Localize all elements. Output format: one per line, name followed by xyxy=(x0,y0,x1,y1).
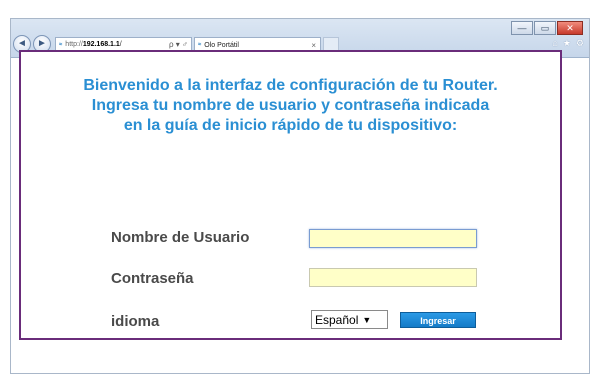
language-label: idioma xyxy=(111,313,160,330)
welcome-message: Bienvenido a la interfaz de configuració… xyxy=(21,76,560,136)
password-label: Contraseña xyxy=(111,270,194,287)
welcome-line: Ingresa tu nombre de usuario y contraseñ… xyxy=(91,97,490,114)
home-icon[interactable]: ⌂ xyxy=(552,38,557,49)
favorites-star-icon[interactable]: ★ xyxy=(563,38,571,49)
address-tools-icon[interactable]: ρ ▾ ♂ xyxy=(169,40,188,49)
address-protocol: http:// xyxy=(65,41,83,48)
username-field[interactable] xyxy=(309,229,477,248)
site-favicon-icon: ≈ xyxy=(59,41,63,48)
welcome-line: Bienvenido a la interfaz de configuració… xyxy=(83,77,498,94)
username-label: Nombre de Usuario xyxy=(111,229,250,246)
submit-button[interactable]: Ingresar xyxy=(400,312,476,328)
close-window-button[interactable]: ✕ xyxy=(557,21,583,35)
tab-title: Olo Portátil xyxy=(204,41,239,49)
tab-favicon-icon: ≈ xyxy=(198,42,202,48)
login-panel: Bienvenido a la interfaz de configuració… xyxy=(19,50,562,340)
language-select[interactable]: Español ▼ xyxy=(311,310,388,329)
address-suffix: / xyxy=(119,41,122,48)
dropdown-arrow-icon: ▼ xyxy=(362,314,372,325)
maximize-button[interactable]: ▭ xyxy=(534,21,556,35)
forward-arrow-icon: ► xyxy=(37,38,47,49)
settings-gear-icon[interactable]: ⚙ xyxy=(576,38,584,49)
browser-commands: ⌂ ★ ⚙ xyxy=(552,38,584,49)
language-select-value: Español xyxy=(315,312,359,327)
tab-close-icon[interactable]: × xyxy=(311,41,316,50)
back-arrow-icon: ◄ xyxy=(17,38,27,49)
address-host: 192.168.1.1 xyxy=(82,41,120,48)
welcome-line: en la guía de inicio rápido de tu dispos… xyxy=(123,117,458,134)
password-field[interactable] xyxy=(309,268,477,287)
window-controls: — ▭ ✕ xyxy=(511,21,583,35)
minimize-button[interactable]: — xyxy=(511,21,533,35)
